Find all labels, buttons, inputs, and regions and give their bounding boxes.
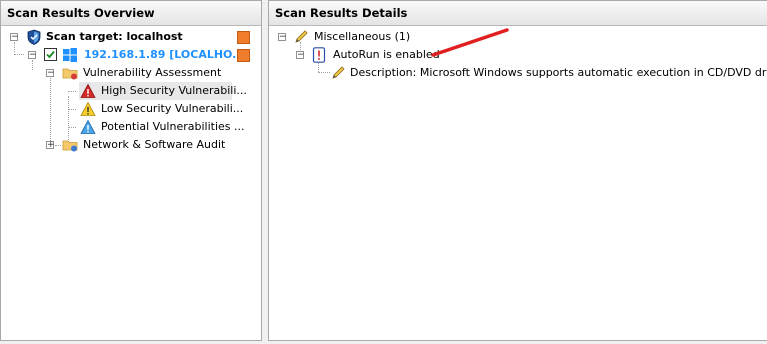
scan-results-details-panel: Scan Results Details − Miscellaneous (1)…	[268, 0, 767, 341]
status-box-icon	[237, 31, 250, 44]
alert-icon	[312, 47, 326, 63]
status-box-icon	[237, 49, 250, 62]
tree-row-potential[interactable]: Potential Vulnerabilities ...	[79, 118, 245, 136]
folder-icon	[62, 140, 78, 152]
tree-row-scan-target[interactable]: − Scan target: localhost	[1, 28, 261, 46]
windows-logo-icon	[63, 48, 77, 62]
warning-red-icon	[80, 83, 96, 98]
tree-row-low-security[interactable]: Low Security Vulnerabili...	[79, 100, 243, 118]
annotation-arrow	[431, 28, 509, 57]
scan-results-overview-panel: Scan Results Overview − Scan target: loc…	[0, 0, 262, 341]
warning-blue-icon	[80, 119, 96, 134]
collapse-toggle[interactable]: −	[46, 69, 55, 78]
warning-yellow-icon	[80, 101, 96, 116]
network-software-audit-label: Network & Software Audit	[83, 138, 226, 151]
tree-row-network-audit[interactable]: + Network & Software Audit	[1, 136, 261, 154]
tree-line	[68, 109, 76, 110]
collapse-toggle[interactable]: −	[278, 33, 287, 42]
tree-row-description[interactable]: Description: Microsoft Windows supports …	[269, 64, 767, 82]
tree-row-host[interactable]: − 192.168.1.89 [LOCALHO...	[1, 46, 261, 64]
collapse-toggle[interactable]: −	[296, 51, 305, 60]
tree-row-high-security[interactable]: High Security Vulnerabili...	[79, 82, 247, 100]
tree-row-vulnerability-assessment[interactable]: − Vulnerability Assessment	[1, 64, 261, 82]
pencil-icon	[332, 66, 345, 79]
tree-line	[50, 78, 51, 145]
collapse-toggle[interactable]: −	[10, 33, 19, 42]
overview-panel-title: Scan Results Overview	[1, 1, 261, 26]
tree-line	[68, 127, 76, 128]
vulnerability-assessment-label: Vulnerability Assessment	[83, 66, 222, 79]
checkbox-checked-icon[interactable]	[44, 48, 57, 61]
expand-toggle[interactable]: +	[46, 141, 55, 150]
miscellaneous-label: Miscellaneous (1)	[314, 30, 411, 43]
potential-vulnerabilities-label: Potential Vulnerabilities ...	[101, 120, 245, 133]
host-label: 192.168.1.89 [LOCALHO...	[84, 48, 245, 61]
low-security-label: Low Security Vulnerabili...	[101, 102, 244, 115]
high-security-label: High Security Vulnerabili...	[101, 84, 247, 97]
scan-target-label: Scan target: localhost	[46, 30, 183, 43]
folder-icon	[62, 68, 78, 80]
tree-line	[68, 91, 76, 92]
details-panel-title: Scan Results Details	[269, 1, 767, 26]
collapse-toggle[interactable]: −	[28, 51, 37, 60]
shield-icon	[27, 29, 41, 45]
autorun-label: AutoRun is enabled	[333, 48, 440, 61]
description-label: Description: Microsoft Windows supports …	[350, 66, 767, 79]
pencil-icon	[295, 30, 308, 43]
